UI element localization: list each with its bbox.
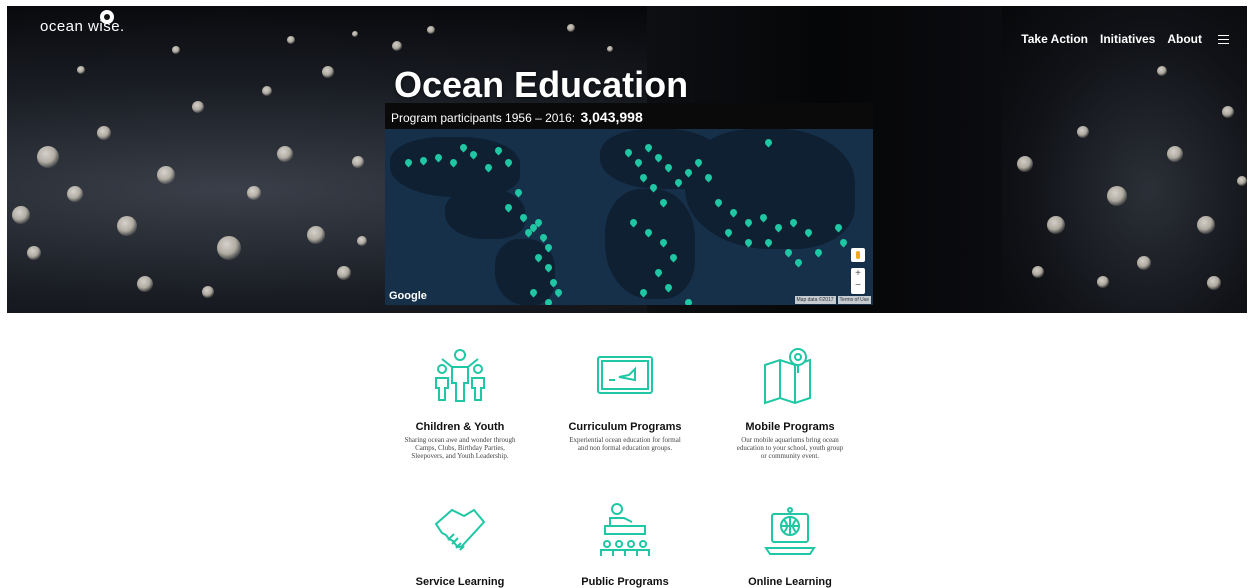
jellyfish [1137, 256, 1151, 270]
google-logo: Google [389, 290, 427, 302]
map-pin-marker[interactable] [793, 257, 804, 268]
zoom-in-button[interactable]: + [851, 268, 865, 280]
jellyfish [157, 166, 175, 184]
hamburger-menu-icon[interactable] [1218, 34, 1229, 44]
jellyfish [192, 101, 204, 113]
program-card-mobile[interactable]: Mobile Programs Our mobile aquariums bri… [720, 345, 860, 460]
terms-of-use-link[interactable]: Terms of Use [837, 296, 871, 304]
jellyfish [1017, 156, 1033, 172]
program-card-online-learning[interactable]: Online Learning [720, 500, 860, 588]
program-title: Service Learning [415, 576, 505, 588]
map-canvas[interactable] [385, 129, 873, 305]
main-nav: Take Action Initiatives About [1021, 32, 1229, 46]
jellyfish [322, 66, 334, 78]
jellyfish [1237, 176, 1247, 186]
land-central-america [445, 189, 525, 239]
map-pin-marker[interactable] [553, 287, 564, 298]
jellyfish [1197, 216, 1215, 234]
map-attribution: Map data ©2017 Terms of Use [794, 296, 871, 304]
map-pin-marker[interactable] [683, 297, 694, 305]
nav-take-action[interactable]: Take Action [1021, 32, 1088, 46]
chalkboard-icon [597, 356, 653, 394]
jellyfish [1157, 66, 1167, 76]
jellyfish [392, 41, 402, 51]
jellyfish [247, 186, 261, 200]
land-asia [685, 129, 855, 249]
jellyfish [77, 66, 85, 74]
jellyfish [277, 146, 293, 162]
street-view-pegman-icon[interactable] [851, 248, 865, 262]
jellyfish [1107, 186, 1127, 206]
map-header-label: Program participants 1956 – 2016: [391, 111, 576, 125]
jellyfish [117, 216, 137, 236]
land-africa [605, 189, 695, 299]
jellyfish [37, 146, 59, 168]
map-pin-marker[interactable] [838, 237, 849, 248]
map-zoom-control[interactable]: + − [851, 268, 865, 294]
jellyfish [67, 186, 83, 202]
jellyfish [12, 206, 30, 224]
jellyfish [27, 246, 41, 260]
map-pin-marker[interactable] [813, 247, 824, 258]
nav-about[interactable]: About [1167, 32, 1202, 46]
jellyfish [1047, 216, 1065, 234]
jellyfish [1077, 126, 1089, 138]
jellyfish [1167, 146, 1183, 162]
map-data-credit: Map data ©2017 [794, 296, 836, 304]
jellyfish [1032, 266, 1044, 278]
program-card-children-youth[interactable]: Children & Youth Sharing ocean awe and w… [390, 345, 530, 460]
program-card-curriculum[interactable]: Curriculum Programs Experiential ocean e… [555, 345, 695, 452]
jellyfish [357, 236, 367, 246]
jellyfish [202, 286, 214, 298]
jellyfish [287, 36, 295, 44]
jellyfish [337, 266, 351, 280]
page-title: Ocean Education [394, 64, 689, 105]
logo-icon [100, 10, 114, 24]
jellyfish [1097, 276, 1109, 288]
program-title: Curriculum Programs [568, 421, 682, 433]
family-icon [435, 349, 485, 402]
jellyfish [307, 226, 325, 244]
jellyfish [172, 46, 180, 54]
program-title: Children & Youth [415, 421, 505, 433]
program-card-service-learning[interactable]: Service Learning [390, 500, 530, 588]
jellyfish [427, 26, 435, 34]
program-desc: Sharing ocean awe and wonder through Cam… [404, 436, 516, 460]
map-pin-icon [764, 348, 811, 405]
nav-initiatives[interactable]: Initiatives [1100, 32, 1155, 46]
presenter-icon [600, 503, 650, 556]
map-header: Program participants 1956 – 2016: 3,043,… [385, 103, 873, 129]
program-title: Online Learning [748, 576, 832, 588]
jellyfish [607, 46, 613, 52]
zoom-out-button[interactable]: − [851, 280, 865, 292]
program-desc: Experiential ocean education for formal … [569, 436, 681, 452]
jellyfish [97, 126, 111, 140]
jellyfish [1207, 276, 1221, 290]
laptop-globe-icon [764, 507, 816, 555]
map-pin-marker[interactable] [783, 247, 794, 258]
jellyfish [352, 156, 364, 168]
jellyfish [137, 276, 153, 292]
program-title: Mobile Programs [745, 421, 835, 433]
jellyfish [352, 31, 358, 37]
jellyfish [1222, 106, 1234, 118]
jellyfish [262, 86, 272, 96]
jellyfish [217, 236, 241, 260]
land-north-america [390, 137, 520, 197]
brand-logo[interactable]: ocean wise. [40, 10, 125, 35]
map-pin-marker[interactable] [538, 232, 549, 243]
handshake-icon [434, 508, 486, 551]
participant-count: 3,043,998 [580, 109, 643, 125]
participants-map[interactable]: Program participants 1956 – 2016: 3,043,… [385, 103, 873, 305]
program-card-public-programs[interactable]: Public Programs [555, 500, 695, 588]
program-title: Public Programs [581, 576, 669, 588]
jellyfish [567, 24, 575, 32]
program-desc: Our mobile aquariums bring ocean educati… [736, 436, 844, 460]
